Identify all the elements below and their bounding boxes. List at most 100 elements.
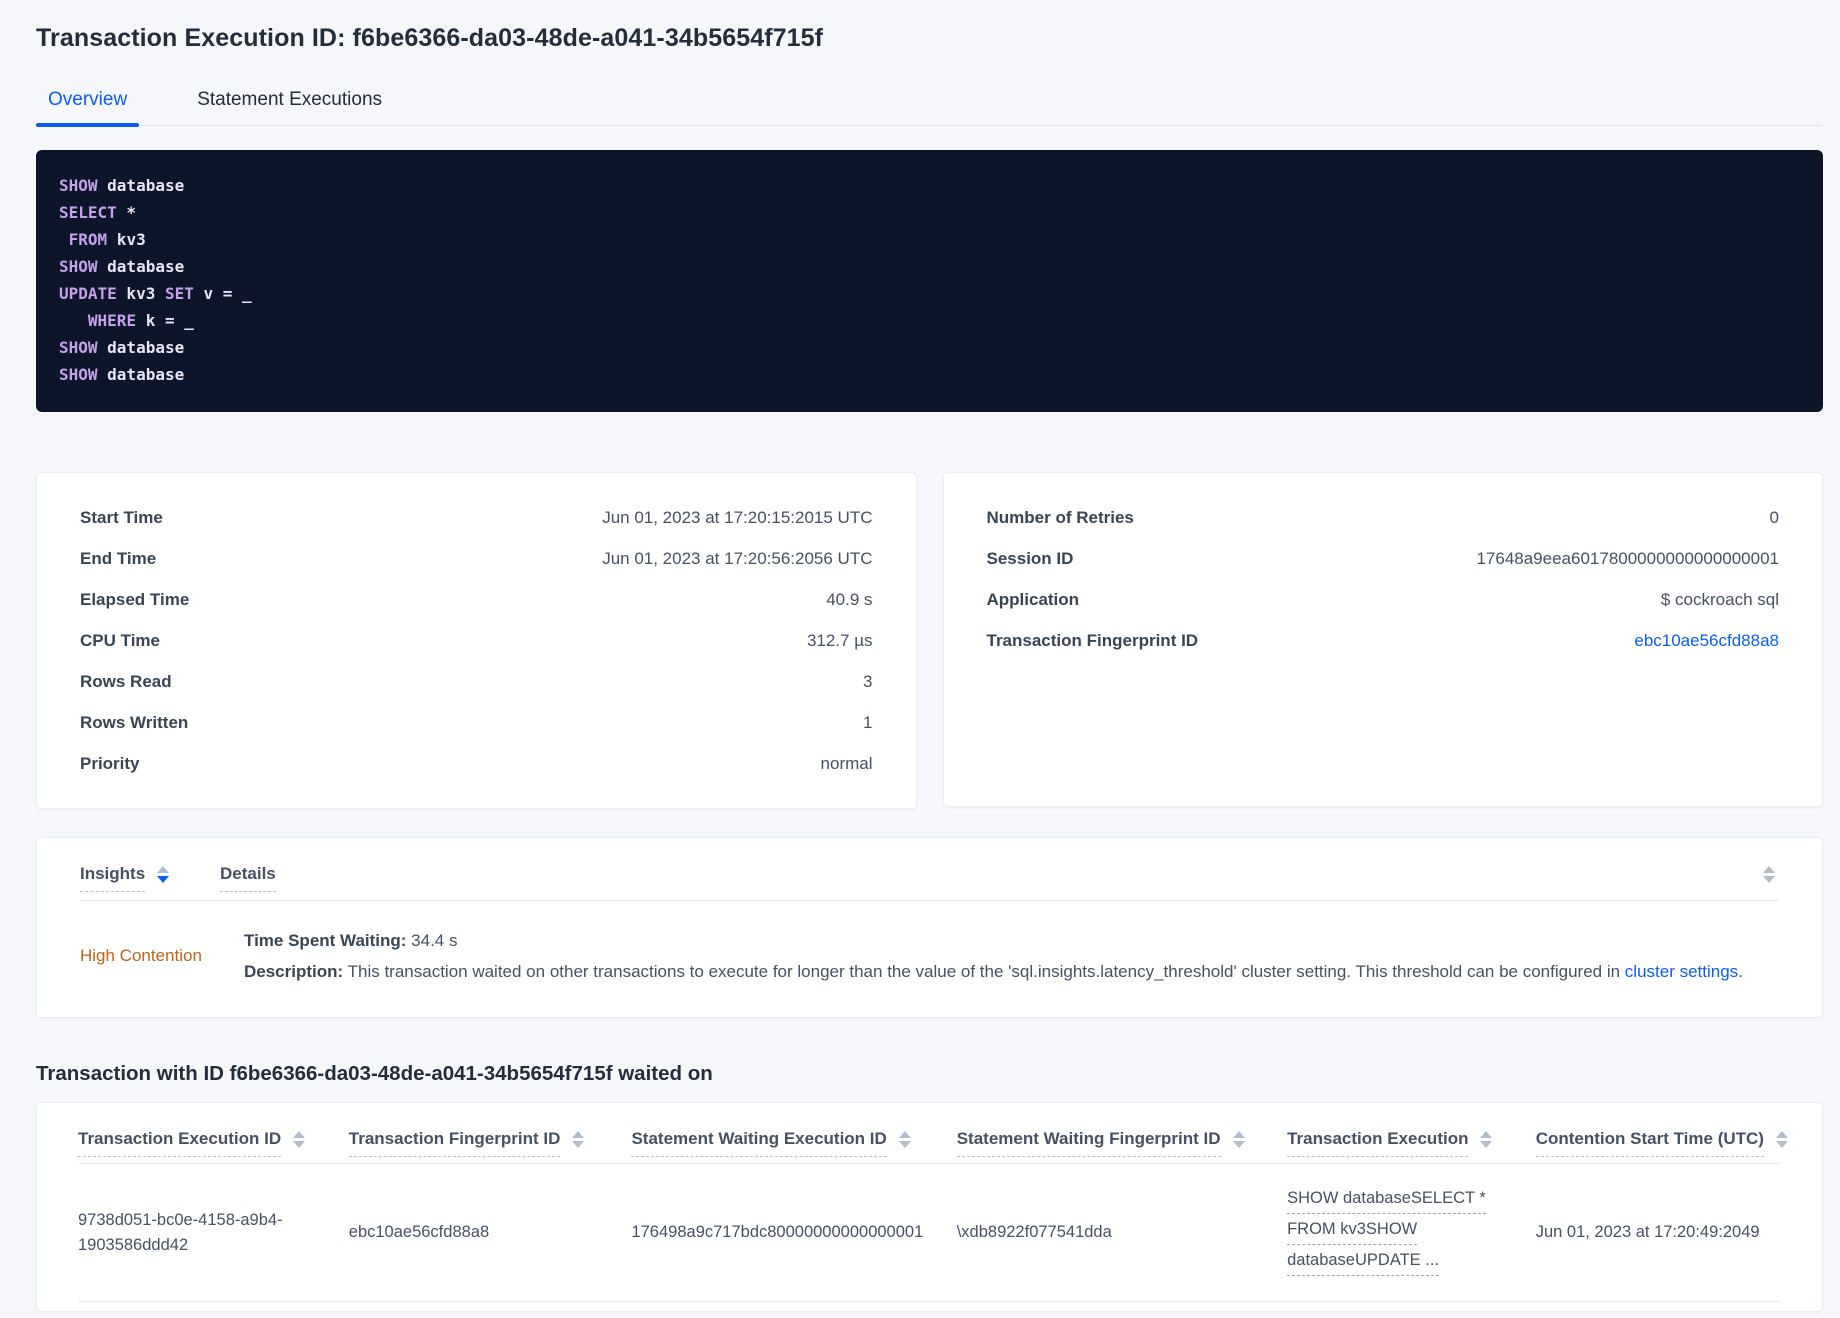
kv-value: 17648a9eea6017800000000000000001 bbox=[1476, 548, 1779, 568]
kv-label: Rows Read bbox=[80, 671, 172, 691]
sql-line: SHOW database bbox=[59, 176, 185, 195]
sort-down-icon bbox=[1763, 875, 1775, 883]
sort-up-icon bbox=[572, 1130, 585, 1138]
kv-label: Priority bbox=[80, 753, 140, 773]
kv-row-cpu-time: CPU Time 312.7 µs bbox=[80, 620, 873, 661]
kv-value: 40.9 s bbox=[826, 589, 873, 609]
kv-row-application: Application $ cockroach sql bbox=[987, 579, 1780, 620]
timing-card: Start Time Jun 01, 2023 at 17:20:15:2015… bbox=[36, 472, 917, 809]
waited-on-row: 9738d051-bc0e-4158-a9b4-1903586ddd42 ebc… bbox=[78, 1163, 1781, 1302]
sort-down-icon bbox=[1232, 1140, 1245, 1148]
kv-row-retries: Number of Retries 0 bbox=[987, 497, 1780, 538]
cluster-settings-link[interactable]: cluster settings bbox=[1625, 962, 1738, 981]
sort-icon[interactable] bbox=[1763, 865, 1775, 883]
column-header-contention-start-time[interactable]: Contention Start Time (UTC) bbox=[1535, 1103, 1788, 1164]
column-header-transaction-fingerprint-id[interactable]: Transaction Fingerprint ID bbox=[348, 1103, 632, 1164]
kv-label: Application bbox=[986, 589, 1080, 609]
transaction-execution-preview-link[interactable]: databaseUPDATE ... bbox=[1287, 1248, 1440, 1276]
cell-statement-waiting-fingerprint-id: \xdb8922f077541dda bbox=[956, 1163, 1288, 1302]
sort-down-icon bbox=[1480, 1140, 1493, 1148]
sort-icon[interactable] bbox=[572, 1130, 585, 1148]
kv-label: Number of Retries bbox=[986, 507, 1134, 527]
sort-down-icon bbox=[157, 875, 170, 883]
sql-line: SHOW database bbox=[59, 257, 185, 276]
kv-row-priority: Priority normal bbox=[80, 743, 873, 784]
kv-label: Elapsed Time bbox=[80, 589, 190, 609]
sort-icon[interactable] bbox=[1480, 1130, 1493, 1148]
sort-icon[interactable] bbox=[1232, 1130, 1245, 1148]
kv-row-elapsed-time: Elapsed Time 40.9 s bbox=[80, 579, 873, 620]
sql-line: SHOW database bbox=[59, 338, 185, 357]
kv-row-end-time: End Time Jun 01, 2023 at 17:20:56:2056 U… bbox=[80, 538, 873, 579]
kv-label: End Time bbox=[80, 548, 157, 568]
kv-label: Rows Written bbox=[80, 712, 189, 732]
column-header-transaction-execution-id[interactable]: Transaction Execution ID bbox=[78, 1103, 349, 1164]
insights-header-label[interactable]: Insights bbox=[80, 864, 146, 892]
transaction-execution-preview-link[interactable]: SHOW databaseSELECT * bbox=[1287, 1186, 1486, 1214]
sort-up-icon bbox=[1775, 1130, 1788, 1138]
sort-down-icon bbox=[572, 1140, 585, 1148]
kv-value: 312.7 µs bbox=[806, 630, 873, 650]
kv-row-session-id: Session ID 17648a9eea6017800000000000000… bbox=[987, 538, 1780, 579]
sql-line: UPDATE kv3 SET v = _ bbox=[59, 284, 252, 303]
sql-line: WHERE k = _ bbox=[87, 311, 194, 330]
sql-line: SELECT * bbox=[59, 203, 137, 222]
sql-statements-box: SHOW database SELECT * FROM kv3 SHOW dat… bbox=[36, 150, 1823, 412]
page-title: Transaction Execution ID: f6be6366-da03-… bbox=[36, 24, 824, 52]
kv-value: 3 bbox=[863, 671, 873, 691]
waited-on-heading: Transaction with ID f6be6366-da03-48de-a… bbox=[36, 1062, 713, 1085]
insight-type-badge: High Contention bbox=[80, 946, 202, 965]
column-header-transaction-execution[interactable]: Transaction Execution bbox=[1287, 1103, 1536, 1164]
kv-label: Session ID bbox=[986, 548, 1074, 568]
kv-value: Jun 01, 2023 at 17:20:15:2015 UTC bbox=[602, 507, 873, 527]
cell-transaction-execution: SHOW databaseSELECT * FROM kv3SHOW datab… bbox=[1287, 1163, 1536, 1302]
kv-label: Transaction Fingerprint ID bbox=[986, 630, 1199, 650]
sort-down-icon bbox=[1775, 1140, 1788, 1148]
details-header-label[interactable]: Details bbox=[220, 864, 276, 892]
insight-row: High Contention Time Spent Waiting: 34.4… bbox=[80, 901, 1779, 1017]
insights-table-header: Insights Details bbox=[80, 838, 1779, 901]
kv-row-rows-written: Rows Written 1 bbox=[80, 702, 873, 743]
kv-row-rows-read: Rows Read 3 bbox=[80, 661, 873, 702]
tab-statement-executions[interactable]: Statement Executions bbox=[185, 81, 394, 125]
sort-icon[interactable] bbox=[1775, 1130, 1788, 1148]
transaction-execution-page: Transaction Execution ID: f6be6366-da03-… bbox=[0, 0, 1840, 1312]
sort-down-icon bbox=[898, 1140, 911, 1148]
sort-up-icon bbox=[898, 1130, 911, 1138]
kv-label: CPU Time bbox=[80, 630, 160, 650]
kv-value: 1 bbox=[863, 712, 873, 732]
waited-on-table-card: Transaction Execution ID Transaction Fin… bbox=[36, 1102, 1823, 1312]
cell-transaction-fingerprint-id: ebc10ae56cfd88a8 bbox=[348, 1163, 632, 1302]
insights-column-header[interactable]: Insights bbox=[80, 864, 220, 892]
summary-cards-row: Start Time Jun 01, 2023 at 17:20:15:2015… bbox=[36, 472, 1823, 809]
kv-label: Start Time bbox=[80, 507, 163, 527]
sort-up-icon bbox=[293, 1130, 306, 1138]
kv-row-transaction-fingerprint-id: Transaction Fingerprint ID ebc10ae56cfd8… bbox=[987, 620, 1780, 661]
kv-value: normal bbox=[820, 753, 873, 773]
insights-card: Insights Details High Contention Time Sp… bbox=[36, 837, 1823, 1018]
insight-description: Description: This transaction waited on … bbox=[244, 962, 1743, 981]
sort-up-icon bbox=[1480, 1130, 1493, 1138]
session-card: Number of Retries 0 Session ID 17648a9ee… bbox=[942, 472, 1823, 807]
tab-bar: Overview Statement Executions bbox=[36, 81, 1823, 127]
sql-line: FROM kv3 bbox=[68, 230, 146, 249]
kv-row-start-time: Start Time Jun 01, 2023 at 17:20:15:2015… bbox=[80, 497, 873, 538]
waited-on-table: Transaction Execution ID Transaction Fin… bbox=[78, 1103, 1788, 1302]
transaction-execution-preview-link[interactable]: FROM kv3SHOW bbox=[1287, 1217, 1418, 1245]
cell-statement-waiting-execution-id: 176498a9c717bdc80000000000000001 bbox=[631, 1163, 957, 1302]
column-header-statement-waiting-fingerprint-id[interactable]: Statement Waiting Fingerprint ID bbox=[956, 1103, 1288, 1164]
cell-transaction-execution-id: 9738d051-bc0e-4158-a9b4-1903586ddd42 bbox=[78, 1163, 349, 1302]
transaction-fingerprint-link[interactable]: ebc10ae56cfd88a8 bbox=[1634, 631, 1779, 651]
time-spent-waiting: Time Spent Waiting: 34.4 s bbox=[244, 931, 458, 950]
column-header-statement-waiting-execution-id[interactable]: Statement Waiting Execution ID bbox=[631, 1103, 957, 1164]
insight-details: Time Spent Waiting: 34.4 s Description: … bbox=[244, 925, 1779, 987]
sql-line: SHOW database bbox=[59, 365, 185, 384]
tab-overview[interactable]: Overview bbox=[36, 81, 140, 127]
sort-icon[interactable] bbox=[157, 865, 170, 883]
kv-value: $ cockroach sql bbox=[1660, 589, 1779, 609]
sort-up-icon bbox=[1232, 1130, 1245, 1138]
sort-icon[interactable] bbox=[898, 1130, 911, 1148]
kv-value: Jun 01, 2023 at 17:20:56:2056 UTC bbox=[602, 548, 873, 568]
sort-icon[interactable] bbox=[293, 1130, 306, 1148]
kv-value: 0 bbox=[1769, 507, 1779, 527]
